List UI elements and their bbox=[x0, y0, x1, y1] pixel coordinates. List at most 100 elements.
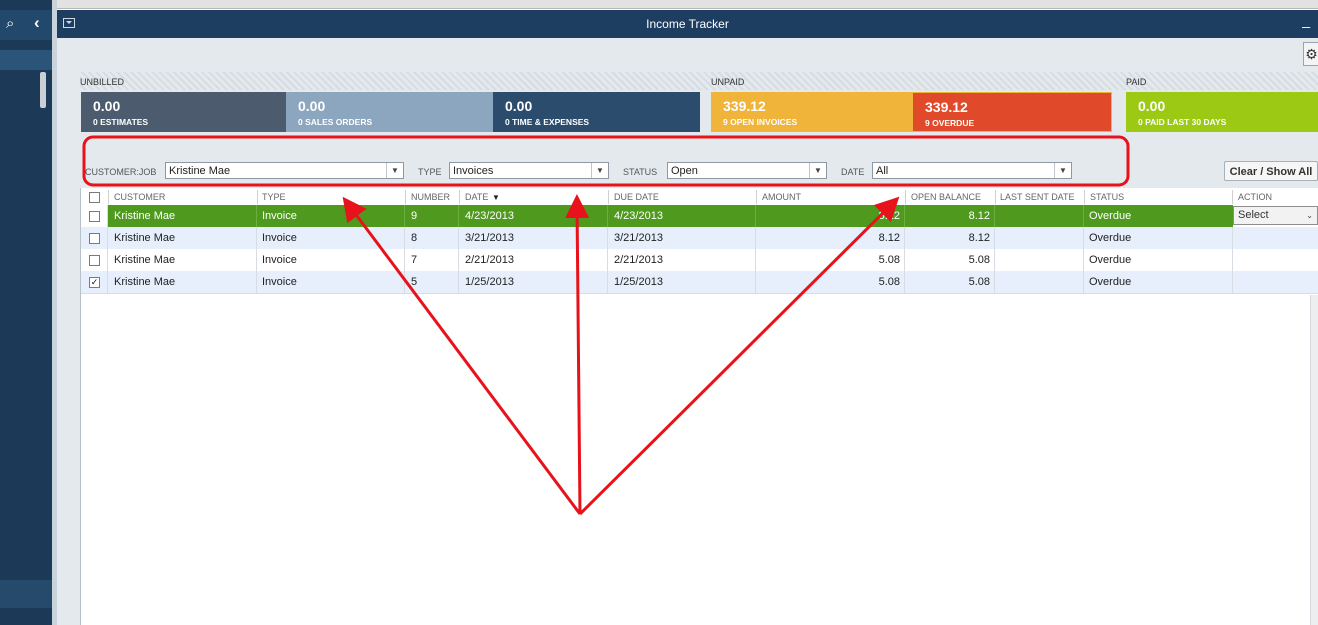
chevron-down-icon[interactable]: ⌄ bbox=[1306, 207, 1313, 224]
column-separator bbox=[458, 249, 459, 271]
column-separator bbox=[904, 227, 905, 249]
section-label-paid: PAID bbox=[1126, 77, 1147, 87]
gear-icon[interactable]: ⚙ bbox=[1303, 42, 1318, 66]
action-select-dropdown[interactable]: Select ⌄ bbox=[1233, 206, 1318, 225]
row-checkbox[interactable] bbox=[89, 211, 100, 222]
tile-open-invoices[interactable]: 339.12 9 OPEN INVOICES bbox=[711, 92, 912, 132]
column-header-customer[interactable]: CUSTOMER bbox=[114, 190, 165, 205]
chevron-down-icon[interactable]: ▼ bbox=[386, 163, 403, 178]
column-header-open-balance[interactable]: OPEN BALANCE bbox=[911, 190, 981, 205]
column-separator bbox=[994, 249, 995, 271]
cell-customer: Kristine Mae bbox=[114, 254, 176, 266]
left-panel-footer[interactable] bbox=[0, 580, 52, 608]
chevron-down-icon[interactable]: ▼ bbox=[591, 163, 608, 178]
left-panel-selected-item[interactable] bbox=[0, 50, 52, 70]
column-header-type[interactable]: TYPE bbox=[262, 190, 286, 205]
cell-type: Invoice bbox=[262, 232, 297, 244]
column-separator bbox=[607, 271, 608, 293]
table-row[interactable]: Kristine Mae Invoice 9 4/23/2013 4/23/20… bbox=[81, 205, 1318, 227]
table-row[interactable]: Kristine Mae Invoice 8 3/21/2013 3/21/20… bbox=[81, 227, 1318, 249]
cell-amount: 5.08 bbox=[878, 254, 900, 266]
column-separator bbox=[107, 205, 108, 227]
header-separator bbox=[108, 190, 109, 204]
cell-customer: Kristine Mae bbox=[114, 232, 176, 244]
cell-date: 2/21/2013 bbox=[465, 254, 514, 266]
column-separator bbox=[256, 205, 257, 227]
column-header-date[interactable]: DATE bbox=[465, 190, 488, 205]
tile-label: 0 TIME & EXPENSES bbox=[505, 117, 590, 127]
table-row[interactable]: ✓ Kristine Mae Invoice 5 1/25/2013 1/25/… bbox=[81, 271, 1318, 293]
tile-paid[interactable]: 0.00 0 PAID LAST 30 DAYS bbox=[1126, 92, 1318, 132]
left-panel-header: ⌕ ‹ bbox=[0, 10, 52, 40]
header-separator bbox=[1084, 190, 1085, 204]
tile-amount: 339.12 bbox=[925, 99, 968, 115]
tile-time-expenses[interactable]: 0.00 0 TIME & EXPENSES bbox=[493, 92, 700, 132]
tile-sales-orders[interactable]: 0.00 0 SALES ORDERS bbox=[286, 92, 493, 132]
tile-amount: 339.12 bbox=[723, 98, 766, 114]
column-separator bbox=[1232, 227, 1233, 249]
left-navigation-panel: ⌕ ‹ bbox=[0, 0, 57, 625]
cell-amount: 5.08 bbox=[878, 276, 900, 288]
customer-job-dropdown[interactable]: Kristine Mae ▼ bbox=[165, 162, 404, 179]
row-checkbox[interactable] bbox=[89, 255, 100, 266]
tile-estimates[interactable]: 0.00 0 ESTIMATES bbox=[81, 92, 286, 132]
column-separator bbox=[994, 271, 995, 293]
status-dropdown[interactable]: Open ▼ bbox=[667, 162, 827, 179]
left-panel-scrollbar[interactable] bbox=[40, 72, 46, 108]
chevron-down-icon[interactable]: ▼ bbox=[809, 163, 826, 178]
column-header-due-date[interactable]: DUE DATE bbox=[614, 190, 659, 205]
column-header-amount[interactable]: AMOUNT bbox=[762, 190, 801, 205]
column-header-last-sent-date[interactable]: LAST SENT DATE bbox=[1000, 190, 1075, 205]
customer-job-value: Kristine Mae bbox=[169, 165, 231, 177]
tile-label: 9 OPEN INVOICES bbox=[723, 117, 798, 127]
date-value: All bbox=[876, 165, 889, 177]
column-separator bbox=[755, 205, 756, 227]
column-separator bbox=[607, 227, 608, 249]
collapse-panel-icon[interactable]: ‹ bbox=[34, 13, 40, 33]
header-separator bbox=[608, 190, 609, 204]
column-header-action[interactable]: ACTION bbox=[1238, 190, 1272, 205]
row-checkbox[interactable] bbox=[89, 233, 100, 244]
column-header-status[interactable]: STATUS bbox=[1090, 190, 1124, 205]
header-separator bbox=[459, 190, 460, 204]
tile-overdue[interactable]: 339.12 9 OVERDUE bbox=[912, 92, 1112, 132]
minimize-icon[interactable]: _ bbox=[1302, 12, 1310, 28]
row-checkbox[interactable]: ✓ bbox=[89, 277, 100, 288]
cell-type: Invoice bbox=[262, 276, 297, 288]
column-separator bbox=[1232, 249, 1233, 271]
column-separator bbox=[607, 205, 608, 227]
column-separator bbox=[904, 271, 905, 293]
table-vertical-scrollbar[interactable] bbox=[1310, 295, 1318, 625]
column-separator bbox=[1083, 227, 1084, 249]
header-separator bbox=[1232, 190, 1233, 204]
chevron-down-icon[interactable]: ▼ bbox=[1054, 163, 1071, 178]
column-separator bbox=[458, 271, 459, 293]
search-icon[interactable]: ⌕ bbox=[6, 15, 14, 32]
date-label: DATE bbox=[841, 167, 865, 177]
window-title-bar: Income Tracker _ bbox=[57, 10, 1318, 38]
column-separator bbox=[256, 227, 257, 249]
column-separator bbox=[107, 271, 108, 293]
column-separator bbox=[458, 227, 459, 249]
status-value: Open bbox=[671, 165, 698, 177]
clear-show-all-button[interactable]: Clear / Show All bbox=[1224, 161, 1318, 181]
tile-amount: 0.00 bbox=[93, 98, 121, 114]
date-dropdown[interactable]: All ▼ bbox=[872, 162, 1072, 179]
type-dropdown[interactable]: Invoices ▼ bbox=[449, 162, 609, 179]
tile-label: 0 ESTIMATES bbox=[93, 117, 149, 127]
cell-number: 5 bbox=[411, 276, 418, 288]
column-separator bbox=[404, 271, 405, 293]
select-all-checkbox[interactable] bbox=[89, 192, 100, 203]
tile-label: 0 PAID LAST 30 DAYS bbox=[1138, 117, 1227, 127]
cell-open-balance: 5.08 bbox=[968, 276, 990, 288]
cell-date: 4/23/2013 bbox=[465, 210, 514, 222]
header-separator bbox=[905, 190, 906, 204]
column-separator bbox=[1083, 271, 1084, 293]
cell-status: Overdue bbox=[1089, 276, 1132, 288]
cell-open-balance: 8.12 bbox=[968, 210, 990, 222]
column-separator bbox=[904, 249, 905, 271]
cell-amount: 8.12 bbox=[878, 232, 900, 244]
column-header-number[interactable]: NUMBER bbox=[411, 190, 450, 205]
action-select-value: Select bbox=[1238, 209, 1269, 221]
table-row[interactable]: Kristine Mae Invoice 7 2/21/2013 2/21/20… bbox=[81, 249, 1318, 271]
